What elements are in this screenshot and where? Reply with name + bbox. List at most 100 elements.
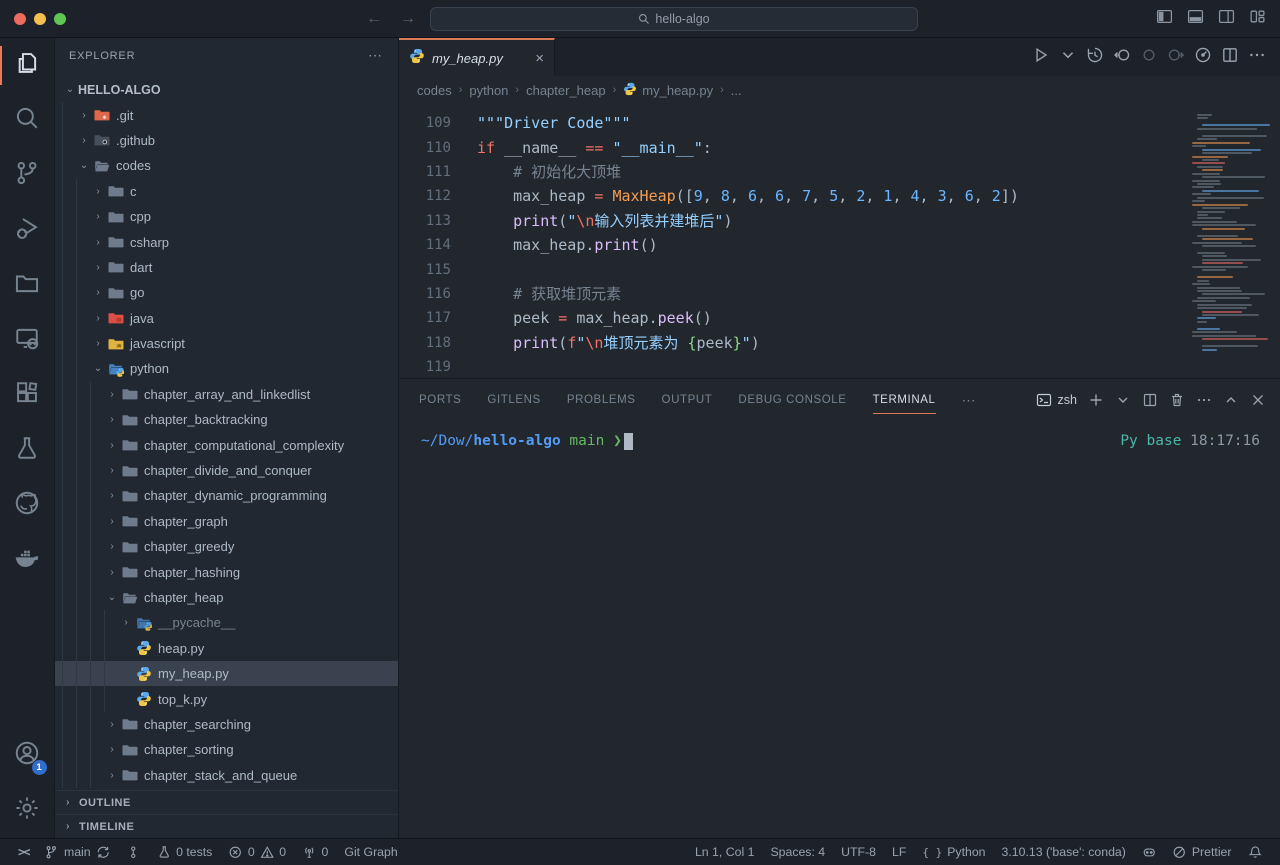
tree-folder--github[interactable]: ›.github bbox=[55, 128, 398, 153]
code-line-111[interactable]: 111 # 初始化大顶堆 bbox=[399, 160, 1192, 184]
tree-file-my-heap-py[interactable]: my_heap.py bbox=[55, 661, 398, 686]
toggle-primary-sidebar-icon[interactable] bbox=[1156, 8, 1173, 30]
sidebar-section-timeline[interactable]: ›TIMELINE bbox=[55, 814, 398, 838]
code-line-116[interactable]: 116 # 获取堆顶元素 bbox=[399, 282, 1192, 306]
run-button[interactable] bbox=[1032, 46, 1050, 69]
kill-terminal-button[interactable] bbox=[1169, 392, 1185, 408]
terminal[interactable]: ~/Dow/hello-algo main ❯ Py base 18:17:16 bbox=[399, 421, 1280, 838]
tree-folder-dart[interactable]: ›dart bbox=[55, 255, 398, 280]
tree-folder-go[interactable]: ›go bbox=[55, 280, 398, 305]
status-indentation[interactable]: Spaces: 4 bbox=[762, 839, 833, 865]
tree-folder-codes[interactable]: ⌄codes bbox=[55, 153, 398, 178]
maximize-panel-button[interactable] bbox=[1223, 392, 1239, 408]
code-line-119[interactable]: 119 bbox=[399, 355, 1192, 378]
tree-folder-c[interactable]: ›c bbox=[55, 179, 398, 204]
timeline-history-button[interactable] bbox=[1086, 46, 1104, 69]
activity-bar-github[interactable] bbox=[0, 478, 55, 533]
code-line-112[interactable]: 112 max_heap = MaxHeap([9, 8, 6, 6, 7, 5… bbox=[399, 184, 1192, 208]
code-line-114[interactable]: 114 max_heap.print() bbox=[399, 233, 1192, 257]
status-problems-button[interactable]: 00 bbox=[220, 839, 294, 865]
code-line-110[interactable]: 110if __name__ == "__main__": bbox=[399, 135, 1192, 159]
terminal-dropdown[interactable] bbox=[1115, 392, 1131, 408]
tree-folder-chapter-divide-and-conquer[interactable]: ›chapter_divide_and_conquer bbox=[55, 458, 398, 483]
tree-folder--git[interactable]: ›.git bbox=[55, 102, 398, 127]
status-gitlens-button[interactable] bbox=[118, 839, 149, 865]
status-remote-indicator[interactable]: >< bbox=[10, 839, 36, 865]
status-eol[interactable]: LF bbox=[884, 839, 914, 865]
activity-bar-search[interactable] bbox=[0, 93, 55, 148]
terminal-shell-label[interactable]: zsh bbox=[1036, 392, 1077, 408]
breadcrumb-item[interactable]: python bbox=[469, 83, 508, 98]
tree-folder-chapter-hashing[interactable]: ›chapter_hashing bbox=[55, 559, 398, 584]
tree-folder-chapter-heap[interactable]: ⌄chapter_heap bbox=[55, 585, 398, 610]
activity-bar-settings[interactable] bbox=[0, 783, 55, 838]
activity-bar-project-manager[interactable] bbox=[0, 258, 55, 313]
tree-folder-chapter-graph[interactable]: ›chapter_graph bbox=[55, 509, 398, 534]
code-line-117[interactable]: 117 peek = max_heap.peek() bbox=[399, 306, 1192, 330]
activity-bar-run-debug[interactable] bbox=[0, 203, 55, 258]
tree-folder-chapter-searching[interactable]: ›chapter_searching bbox=[55, 712, 398, 737]
code-line-109[interactable]: 109"""Driver Code""" bbox=[399, 111, 1192, 135]
activity-bar-extensions[interactable] bbox=[0, 368, 55, 423]
tree-folder-chapter-sorting[interactable]: ›chapter_sorting bbox=[55, 737, 398, 762]
activity-bar-source-control[interactable] bbox=[0, 148, 55, 203]
toggle-panel-icon[interactable] bbox=[1187, 8, 1204, 30]
status-ports-button[interactable]: 0 bbox=[294, 839, 336, 865]
terminal-more-actions[interactable] bbox=[1196, 392, 1212, 408]
status-tests-button[interactable]: 0 tests bbox=[149, 839, 221, 865]
tree-folder-javascript[interactable]: ›JSjavascript bbox=[55, 331, 398, 356]
code-line-115[interactable]: 115 bbox=[399, 257, 1192, 281]
breadcrumb-item[interactable]: ... bbox=[731, 83, 742, 98]
tree-folder-chapter-backtracking[interactable]: ›chapter_backtracking bbox=[55, 407, 398, 432]
code-line-113[interactable]: 113 print("\n输入列表并建堆后") bbox=[399, 209, 1192, 233]
maximize-window-button[interactable] bbox=[54, 13, 66, 25]
tree-folder-chapter-dynamic-programming[interactable]: ›chapter_dynamic_programming bbox=[55, 483, 398, 508]
new-terminal-button[interactable] bbox=[1088, 392, 1104, 408]
activity-bar-docker[interactable] bbox=[0, 533, 55, 588]
tab-close-icon[interactable]: × bbox=[535, 50, 544, 67]
status-encoding[interactable]: UTF-8 bbox=[833, 839, 884, 865]
activity-bar-testing[interactable] bbox=[0, 423, 55, 478]
navigate-back-icon[interactable]: ← bbox=[366, 10, 382, 28]
navigate-forward-circle-button[interactable] bbox=[1167, 46, 1185, 69]
tree-folder-python[interactable]: ⌄python bbox=[55, 356, 398, 381]
navigate-forward-icon[interactable]: → bbox=[400, 10, 416, 28]
status-python-interpreter[interactable]: 3.10.13 ('base': conda) bbox=[994, 839, 1134, 865]
code-editor[interactable]: 109"""Driver Code"""110if __name__ == "_… bbox=[399, 104, 1280, 378]
status-notifications-bell[interactable] bbox=[1240, 839, 1271, 865]
panel-tab-ports[interactable]: PORTS bbox=[419, 379, 461, 421]
sidebar-section-outline[interactable]: ›OUTLINE bbox=[55, 790, 398, 814]
split-terminal-button[interactable] bbox=[1142, 392, 1158, 408]
tree-folder-java[interactable]: ›java bbox=[55, 306, 398, 331]
customize-layout-icon[interactable] bbox=[1249, 8, 1266, 30]
run-dropdown[interactable] bbox=[1059, 46, 1077, 69]
breadcrumb-item[interactable]: chapter_heap bbox=[526, 83, 606, 98]
panel-tab-terminal[interactable]: TERMINAL bbox=[873, 379, 936, 421]
nav-circle-button[interactable] bbox=[1140, 46, 1158, 69]
breadcrumb-item[interactable]: codes bbox=[417, 83, 452, 98]
panel-tab-gitlens[interactable]: GITLENS bbox=[487, 379, 540, 421]
tree-folder-csharp[interactable]: ›csharp bbox=[55, 229, 398, 254]
activity-bar-explorer[interactable] bbox=[0, 38, 55, 93]
panel-tab-debug-console[interactable]: DEBUG CONSOLE bbox=[738, 379, 846, 421]
panel-more-tabs[interactable]: ⋯ bbox=[962, 379, 978, 421]
minimap[interactable] bbox=[1192, 114, 1272, 378]
close-window-button[interactable] bbox=[14, 13, 26, 25]
code-line-118[interactable]: 118 print(f"\n堆顶元素为 {peek}") bbox=[399, 331, 1192, 355]
status-git-graph-button[interactable]: Git Graph bbox=[336, 839, 405, 865]
tree-folder-chapter-computational-complexity[interactable]: ›chapter_computational_complexity bbox=[55, 432, 398, 457]
activity-bar-accounts[interactable]: 1 bbox=[0, 728, 55, 783]
status-copilot-button[interactable] bbox=[1134, 839, 1165, 865]
tree-file-top-k-py[interactable]: top_k.py bbox=[55, 686, 398, 711]
tree-folder-cpp[interactable]: ›cpp bbox=[55, 204, 398, 229]
panel-tab-output[interactable]: OUTPUT bbox=[662, 379, 713, 421]
status-cursor-position[interactable]: Ln 1, Col 1 bbox=[687, 839, 762, 865]
split-editor-button[interactable] bbox=[1221, 46, 1239, 69]
activity-bar-remote-explorer[interactable] bbox=[0, 313, 55, 368]
panel-tab-problems[interactable]: PROBLEMS bbox=[567, 379, 636, 421]
status-git-branch[interactable]: main bbox=[36, 839, 118, 865]
tree-folder-chapter-array-and-linkedlist[interactable]: ›chapter_array_and_linkedlist bbox=[55, 382, 398, 407]
status-language-mode[interactable]: { }Python bbox=[914, 839, 993, 865]
tree-folder-chapter-greedy[interactable]: ›chapter_greedy bbox=[55, 534, 398, 559]
navigate-back-circle-button[interactable] bbox=[1113, 46, 1131, 69]
